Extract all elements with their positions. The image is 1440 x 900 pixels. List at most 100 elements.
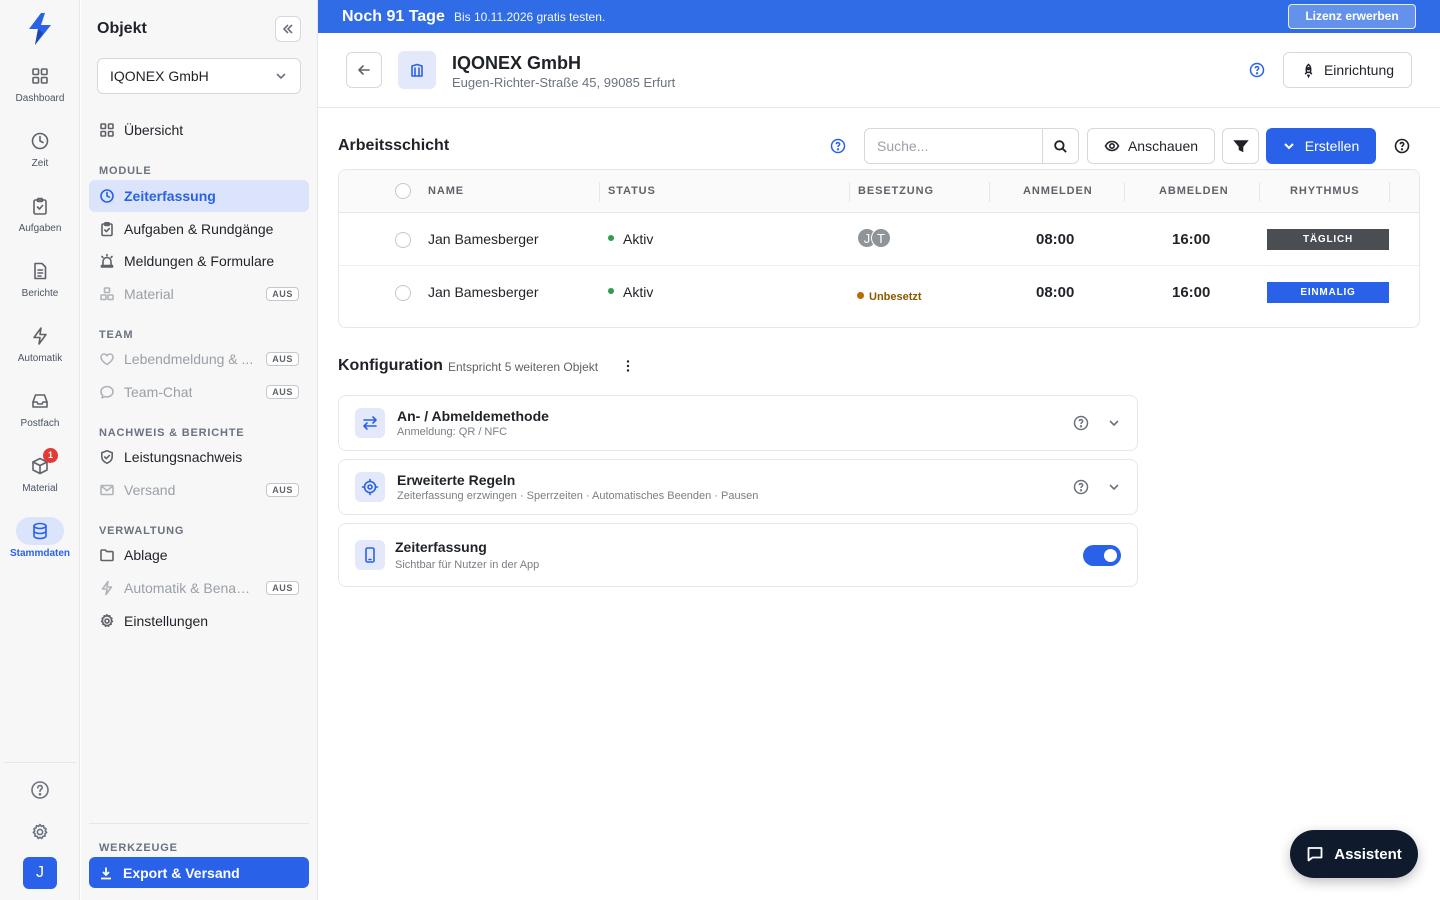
shield-check-icon: [101, 450, 113, 464]
search-input[interactable]: [865, 129, 1043, 163]
sidebar-title: Objekt: [97, 20, 147, 37]
buy-license-button[interactable]: Lizenz erwerben: [1288, 4, 1416, 29]
trial-banner: Noch 91 Tage Bis 10.11.2026 gratis teste…: [318, 0, 1440, 33]
divider: [89, 823, 309, 824]
help-icon[interactable]: [1073, 479, 1089, 495]
rail-item-zeit[interactable]: Zeit: [0, 127, 80, 169]
sidebar-item-leistungsnachweis[interactable]: Leistungsnachweis: [89, 441, 309, 473]
chat-bubble-icon: [100, 385, 114, 399]
off-badge: AUS: [266, 287, 299, 301]
building-icon: [398, 51, 436, 89]
user-avatar[interactable]: J: [23, 857, 57, 889]
sidebar-item-label: Automatik & Benac...: [124, 580, 254, 596]
page-header: IQONEX GmbH Eugen-Richter-Straße 45, 990…: [318, 33, 1440, 108]
sidebar-item-teamchat[interactable]: Team-Chat AUS: [89, 376, 309, 408]
assistant-label: Assistent: [1334, 845, 1402, 863]
rhythm-badge: TÄGLICH: [1267, 229, 1389, 250]
column-header-name[interactable]: NAME: [428, 185, 464, 197]
sidebar-item-einstellungen[interactable]: Einstellungen: [89, 605, 309, 637]
sidebar-item-aufgaben[interactable]: Aufgaben & Rundgänge: [89, 213, 309, 245]
assistant-button[interactable]: Assistent: [1290, 830, 1418, 878]
sidebar-item-ablage[interactable]: Ablage: [89, 539, 309, 571]
view-button[interactable]: Anschauen: [1087, 128, 1215, 164]
rail-item-aufgaben[interactable]: Aufgaben: [0, 192, 80, 234]
section-label-nachweis: NACHWEIS & BERICHTE: [99, 427, 245, 439]
help-icon[interactable]: [1249, 62, 1265, 78]
notification-badge: 1: [43, 448, 58, 463]
column-header-rhythmus[interactable]: RHYTHMUS: [1290, 185, 1360, 197]
gear-icon[interactable]: [30, 822, 50, 842]
column-divider: [989, 182, 990, 202]
collapse-sidebar-button[interactable]: [275, 16, 301, 42]
rail-item-stammdaten[interactable]: Stammdaten: [0, 517, 80, 559]
sidebar-item-meldungen[interactable]: Meldungen & Formulare: [89, 245, 309, 277]
rail-item-berichte[interactable]: Berichte: [0, 257, 80, 299]
object-select[interactable]: IQONEX GmbH: [97, 58, 301, 94]
target-icon: [355, 472, 385, 502]
clipboard-check-icon: [16, 192, 64, 220]
help-icon[interactable]: [1073, 415, 1089, 431]
back-button[interactable]: [346, 52, 382, 88]
sidebar-item-label: Ablage: [124, 547, 168, 563]
config-card-subtitle: Zeiterfassung erzwingen · Sperrzeiten · …: [397, 490, 759, 502]
sidebar-item-label: Einstellungen: [124, 613, 209, 629]
arrow-left-icon: [358, 65, 370, 75]
export-versand-button[interactable]: Export & Versand: [89, 857, 309, 888]
chevron-down-icon[interactable]: [1107, 480, 1121, 494]
more-vertical-icon[interactable]: [621, 359, 635, 373]
chevron-down-icon[interactable]: [1107, 416, 1121, 430]
select-all-checkbox[interactable]: [395, 183, 411, 199]
config-card-subtitle: Sichtbar für Nutzer in der App: [395, 559, 540, 571]
shift-employee-name: Jan Bamesberger: [428, 231, 539, 247]
chevron-down-icon: [1284, 143, 1294, 150]
sidebar-item-versand[interactable]: Versand AUS: [89, 474, 309, 506]
trial-days: Noch 91 Tage: [342, 8, 445, 25]
rail-item-dashboard[interactable]: Dashboard: [0, 62, 80, 104]
chat-icon: [1307, 847, 1323, 862]
shift-start-time: 08:00: [1036, 284, 1075, 301]
setup-button[interactable]: Einrichtung: [1283, 52, 1412, 88]
filter-button[interactable]: [1222, 128, 1259, 164]
clipboard-icon: [101, 221, 113, 237]
status-label: Aktiv: [623, 231, 654, 247]
row-checkbox[interactable]: [395, 285, 411, 301]
rail-item-automatik[interactable]: Automatik: [0, 322, 80, 364]
sidebar-item-zeiterfassung[interactable]: Zeiterfassung: [89, 180, 309, 212]
avatar: T: [871, 228, 891, 248]
help-icon[interactable]: [30, 780, 50, 800]
row-checkbox[interactable]: [395, 232, 411, 248]
section-title-arbeitsschicht: Arbeitsschicht: [338, 137, 450, 154]
column-divider: [599, 182, 600, 202]
section-label-verwaltung: VERWALTUNG: [99, 525, 185, 537]
sidebar-item-material[interactable]: Material AUS: [89, 278, 309, 310]
column-header-status[interactable]: STATUS: [608, 185, 656, 197]
column-divider: [1389, 182, 1390, 202]
config-card-title: Zeiterfassung: [395, 539, 487, 555]
off-badge: AUS: [266, 483, 299, 497]
help-icon[interactable]: [1394, 138, 1410, 154]
config-card-anmeldemethode[interactable]: An- / Abmeldemethode Anmeldung: QR / NFC: [338, 395, 1138, 451]
grid-icon: [100, 123, 114, 137]
sidebar-item-label: Material: [124, 286, 174, 302]
sidebar-item-lebendmeldung[interactable]: Lebendmeldung & ... AUS: [89, 343, 309, 375]
rail-item-postfach[interactable]: Postfach: [0, 387, 80, 429]
sidebar-item-automatik[interactable]: Automatik & Benac... AUS: [89, 572, 309, 604]
table-row[interactable]: Jan Bamesberger Aktiv Unbesetzt 08:00 16…: [339, 266, 1419, 319]
search-icon: [1054, 139, 1067, 153]
sidebar-item-label: Versand: [124, 482, 176, 498]
create-button[interactable]: Erstellen: [1266, 128, 1376, 164]
search-button[interactable]: [1043, 129, 1078, 163]
column-header-besetzung[interactable]: BESETZUNG: [858, 185, 934, 197]
column-header-anmelden[interactable]: ANMELDEN: [1023, 185, 1093, 197]
table-row[interactable]: Jan Bamesberger Aktiv J T 08:00 16:00 TÄ…: [339, 213, 1419, 266]
shift-employee-name: Jan Bamesberger: [428, 284, 539, 300]
help-icon[interactable]: [830, 138, 846, 154]
visibility-toggle[interactable]: [1083, 545, 1121, 566]
column-header-abmelden[interactable]: ABMELDEN: [1159, 185, 1229, 197]
app-logo-icon[interactable]: [26, 12, 54, 46]
sidebar-item-uebersicht[interactable]: Übersicht: [89, 114, 309, 146]
config-card-erweiterte-regeln[interactable]: Erweiterte Regeln Zeiterfassung erzwinge…: [338, 459, 1138, 515]
rail-item-material[interactable]: 1 Material: [0, 448, 80, 494]
download-icon: [101, 867, 111, 879]
heart-icon: [100, 353, 114, 366]
